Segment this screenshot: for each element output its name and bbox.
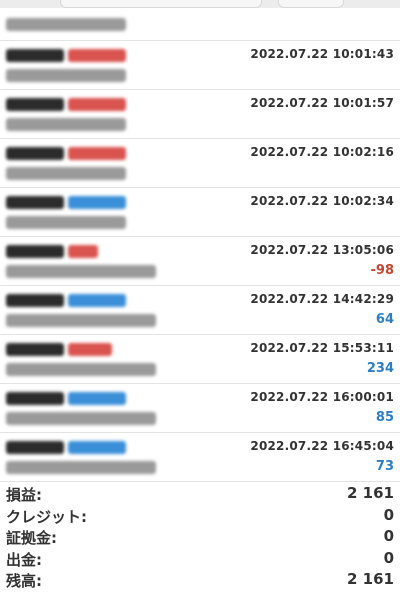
profit-value: 2 161 xyxy=(347,484,394,502)
order-profit: 64 xyxy=(375,312,394,327)
credit-label: クレジット: xyxy=(6,507,87,526)
history-row[interactable]: 2022.07.22 10:02:16 xyxy=(0,139,400,188)
margin-label: 証拠金: xyxy=(6,529,57,547)
history-row[interactable]: 2022.07.22 16:45:04 73 xyxy=(0,433,400,482)
price-info-blurred xyxy=(6,18,126,31)
price-info-blurred xyxy=(6,167,126,180)
history-row[interactable]: 2022.07.22 10:01:57 xyxy=(0,90,400,139)
history-row[interactable]: 2022.07.22 16:00:01 85 xyxy=(0,384,400,433)
order-timestamp: 2022.07.22 16:00:01 xyxy=(250,390,394,404)
history-row[interactable]: 2022.07.22 10:01:43 xyxy=(0,41,400,90)
price-info-blurred xyxy=(6,69,126,82)
summary-row-profit: 損益: 2 161 xyxy=(0,483,400,505)
order-timestamp: 2022.07.22 14:42:29 xyxy=(250,292,394,306)
order-type-blurred xyxy=(68,245,98,258)
price-info-blurred xyxy=(6,412,156,425)
top-toolbar xyxy=(0,0,400,8)
order-profit: 85 xyxy=(375,410,394,425)
price-info-blurred xyxy=(6,363,156,376)
history-list: 2022.07.22 10:01:43 2022.07.22 10:01:57 … xyxy=(0,8,400,482)
order-type-blurred xyxy=(68,392,126,405)
order-timestamp: 2022.07.22 15:53:11 xyxy=(250,341,394,355)
symbol-blurred xyxy=(6,392,64,405)
order-type-blurred xyxy=(68,441,126,454)
order-type-blurred xyxy=(68,196,126,209)
order-timestamp: 2022.07.22 13:05:06 xyxy=(250,243,394,257)
profit-label: 損益: xyxy=(6,486,42,504)
price-info-blurred xyxy=(6,461,156,474)
price-info-blurred xyxy=(6,265,156,278)
margin-value: 0 xyxy=(383,527,394,545)
order-timestamp: 2022.07.22 10:02:34 xyxy=(250,194,394,208)
order-type-blurred xyxy=(68,49,126,62)
price-info-blurred xyxy=(6,216,126,229)
symbol-blurred xyxy=(6,49,64,62)
history-row[interactable]: 2022.07.22 10:02:34 xyxy=(0,188,400,237)
history-row[interactable]: 2022.07.22 15:53:11 234 xyxy=(0,335,400,384)
account-summary: 損益: 2 161 クレジット: 0 証拠金: 0 出金: 0 残高: 2 16… xyxy=(0,483,400,591)
summary-row-credit: クレジット: 0 xyxy=(0,505,400,527)
symbol-blurred xyxy=(6,441,64,454)
credit-value: 0 xyxy=(383,505,394,524)
search-box[interactable] xyxy=(60,0,262,8)
balance-value: 2 161 xyxy=(347,570,394,588)
symbol-blurred xyxy=(6,343,64,356)
price-info-blurred xyxy=(6,118,126,131)
symbol-blurred xyxy=(6,147,64,160)
order-timestamp: 2022.07.22 16:45:04 xyxy=(250,439,394,453)
order-type-blurred xyxy=(68,147,126,160)
summary-row-balance: 残高: 2 161 xyxy=(0,569,400,591)
order-profit: 73 xyxy=(375,459,394,474)
balance-label: 残高: xyxy=(6,572,42,590)
summary-row-margin: 証拠金: 0 xyxy=(0,526,400,548)
withdrawal-label: 出金: xyxy=(6,550,42,569)
summary-row-withdrawal: 出金: 0 xyxy=(0,548,400,570)
history-row[interactable] xyxy=(0,8,400,41)
history-row[interactable]: 2022.07.22 14:42:29 64 xyxy=(0,286,400,335)
price-info-blurred xyxy=(6,314,156,327)
order-type-blurred xyxy=(68,343,112,356)
order-profit: 234 xyxy=(366,361,394,376)
symbol-blurred xyxy=(6,98,64,111)
order-profit: -98 xyxy=(370,263,395,278)
symbol-blurred xyxy=(6,196,64,209)
toolbar-button[interactable] xyxy=(278,0,344,8)
symbol-blurred xyxy=(6,294,64,307)
order-type-blurred xyxy=(68,294,126,307)
history-row[interactable]: 2022.07.22 13:05:06 -98 xyxy=(0,237,400,286)
order-timestamp: 2022.07.22 10:01:57 xyxy=(250,96,394,110)
symbol-blurred xyxy=(6,245,64,258)
order-timestamp: 2022.07.22 10:02:16 xyxy=(250,145,394,159)
order-type-blurred xyxy=(68,98,126,111)
withdrawal-value: 0 xyxy=(383,548,394,567)
order-timestamp: 2022.07.22 10:01:43 xyxy=(250,47,394,61)
